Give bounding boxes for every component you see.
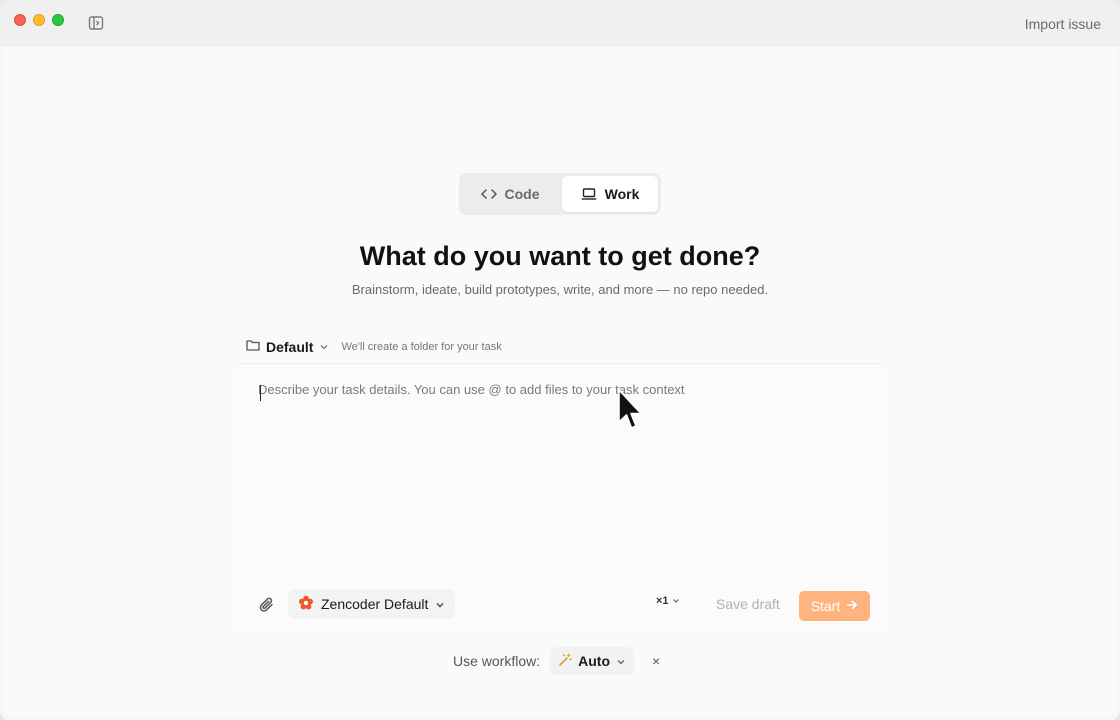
main-content: Code Work What do you want to get done? … (4, 46, 1116, 714)
folder-icon (246, 338, 260, 356)
laptop-icon (581, 188, 597, 200)
tab-work-label: Work (604, 186, 640, 202)
folder-hint: We'll create a folder for your task (341, 340, 502, 353)
workflow-prefix: Use workflow: (453, 653, 541, 669)
model-label: Zencoder Default (321, 596, 429, 612)
chevron-down-icon (319, 338, 329, 356)
import-issue-button[interactable]: Import issue (1025, 16, 1101, 32)
tab-code[interactable]: Code (462, 176, 558, 212)
app-window: Import issue Code Work What do you want … (0, 0, 1120, 720)
task-card: Default We'll create a folder for your t… (236, 330, 884, 632)
chevron-down-icon (616, 653, 626, 669)
code-brackets-icon (480, 188, 497, 200)
start-label: Start (810, 598, 841, 614)
start-button[interactable]: Start (799, 591, 870, 621)
title-bar: Import issue (0, 0, 1120, 46)
zencoder-logo-icon (298, 595, 314, 614)
chevron-down-icon (435, 596, 445, 612)
mode-toggle: Code Work (459, 173, 661, 215)
tab-work[interactable]: Work (562, 176, 658, 212)
task-composer: Zencoder Default ×1 Save draft Start (236, 364, 884, 632)
tab-code-label: Code (504, 186, 540, 202)
mouse-pointer-icon (617, 388, 643, 432)
close-icon[interactable]: × (652, 653, 660, 669)
zoom-window-button[interactable] (52, 14, 64, 26)
folder-name: Default (266, 338, 314, 355)
workflow-value: Auto (578, 653, 611, 669)
model-selector[interactable]: Zencoder Default (288, 589, 456, 619)
page-subtitle: Brainstorm, ideate, build prototypes, wr… (351, 282, 769, 297)
minimize-window-button[interactable] (33, 14, 45, 26)
save-draft-button[interactable]: Save draft (714, 590, 782, 618)
workflow-selector[interactable]: Auto (550, 647, 635, 675)
workflow-row: Use workflow: Auto × (453, 646, 660, 676)
page-title: What do you want to get done? (359, 241, 761, 271)
chevron-down-icon (672, 595, 680, 607)
folder-selector[interactable]: Default We'll create a folder for your t… (236, 330, 884, 364)
arrow-right-icon (846, 598, 858, 614)
text-caret (260, 385, 261, 401)
run-count-selector[interactable]: ×1 (656, 595, 680, 607)
magic-wand-icon (558, 652, 572, 670)
sidebar-toggle-icon[interactable] (88, 15, 104, 31)
run-count-label: ×1 (656, 595, 669, 607)
paperclip-icon[interactable] (258, 596, 276, 614)
close-window-button[interactable] (14, 14, 26, 26)
task-description-input[interactable] (258, 382, 858, 562)
